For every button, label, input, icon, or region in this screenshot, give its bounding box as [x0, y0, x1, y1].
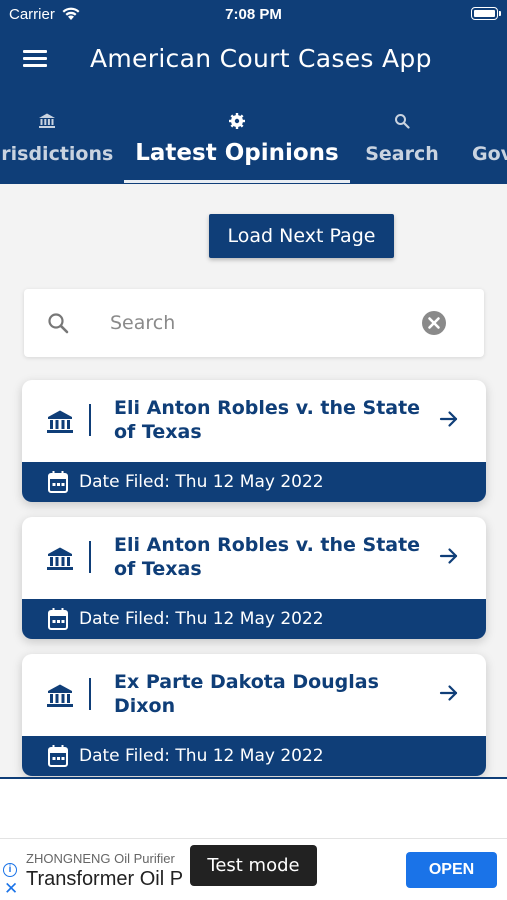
case-date: Date Filed: Thu 12 May 2022: [79, 746, 324, 766]
case-title: Eli Anton Robles v. the State of Texas: [114, 397, 421, 443]
search-input[interactable]: [110, 307, 410, 339]
case-date-bar: Date Filed: Thu 12 May 2022: [22, 736, 486, 776]
calendar-icon: [48, 745, 68, 767]
case-title: Ex Parte Dakota Douglas Dixon: [114, 671, 379, 717]
info-icon[interactable]: i: [3, 863, 17, 877]
arrow-right-icon[interactable]: [438, 682, 460, 704]
search-box: [24, 289, 484, 357]
case-date: Date Filed: Thu 12 May 2022: [79, 609, 324, 629]
case-date-bar: Date Filed: Thu 12 May 2022: [22, 599, 486, 639]
ad-advertiser: ZHONGNENG Oil Purifier: [26, 851, 175, 866]
bottom-spacer: [0, 779, 507, 839]
status-time: 7:08 PM: [225, 6, 282, 23]
ad-banner[interactable]: i ✕ ZHONGNENG Oil Purifier Transformer O…: [0, 838, 507, 900]
ad-headline: Transformer Oil P: [26, 868, 184, 890]
case-title: Eli Anton Robles v. the State of Texas: [114, 534, 421, 580]
calendar-icon: [48, 471, 68, 493]
tab-latest-opinions[interactable]: Latest Opinions: [124, 100, 350, 184]
bank-icon: [39, 113, 55, 128]
courthouse-icon: [47, 547, 73, 570]
tab-jurisdictions[interactable]: Jurisdictions: [0, 100, 122, 184]
case-card[interactable]: Ex Parte Dakota Douglas Dixon Date Filed…: [22, 654, 486, 776]
tab-label: Jurisdictions: [0, 143, 114, 165]
test-mode-badge: Test mode: [190, 845, 317, 886]
courthouse-icon: [47, 410, 73, 433]
close-icon[interactable]: ✕: [4, 880, 18, 897]
battery-icon: [471, 7, 501, 20]
gear-icon: [229, 113, 245, 129]
tab-label: Latest Opinions: [135, 140, 339, 166]
arrow-right-icon[interactable]: [438, 545, 460, 567]
card-divider: [89, 678, 91, 710]
card-divider: [89, 404, 91, 436]
load-next-page-button[interactable]: Load Next Page: [209, 214, 394, 258]
case-card[interactable]: Eli Anton Robles v. the State of Texas D…: [22, 517, 486, 639]
tab-label: Gov: [472, 143, 507, 165]
card-divider: [89, 541, 91, 573]
tab-gov[interactable]: Gov: [472, 100, 507, 184]
tab-label: Search: [365, 143, 439, 165]
active-tab-indicator: [124, 180, 350, 183]
search-icon: [48, 313, 69, 334]
case-date: Date Filed: Thu 12 May 2022: [79, 472, 324, 492]
courthouse-icon: [47, 684, 73, 707]
ad-open-button[interactable]: OPEN: [406, 852, 497, 888]
clear-search-icon[interactable]: [422, 311, 446, 335]
menu-icon[interactable]: [23, 50, 47, 68]
app-header: Carrier 7:08 PM American Court Cases App…: [0, 0, 507, 184]
case-card[interactable]: Eli Anton Robles v. the State of Texas D…: [22, 380, 486, 502]
arrow-right-icon[interactable]: [438, 408, 460, 430]
search-icon: [395, 114, 410, 129]
app-title: American Court Cases App: [90, 44, 432, 73]
tab-bar: Jurisdictions Latest Opinions: [0, 100, 507, 184]
calendar-icon: [48, 608, 68, 630]
tab-search[interactable]: Search: [352, 100, 452, 184]
case-date-bar: Date Filed: Thu 12 May 2022: [22, 462, 486, 502]
status-bar: Carrier 7:08 PM: [0, 0, 507, 30]
